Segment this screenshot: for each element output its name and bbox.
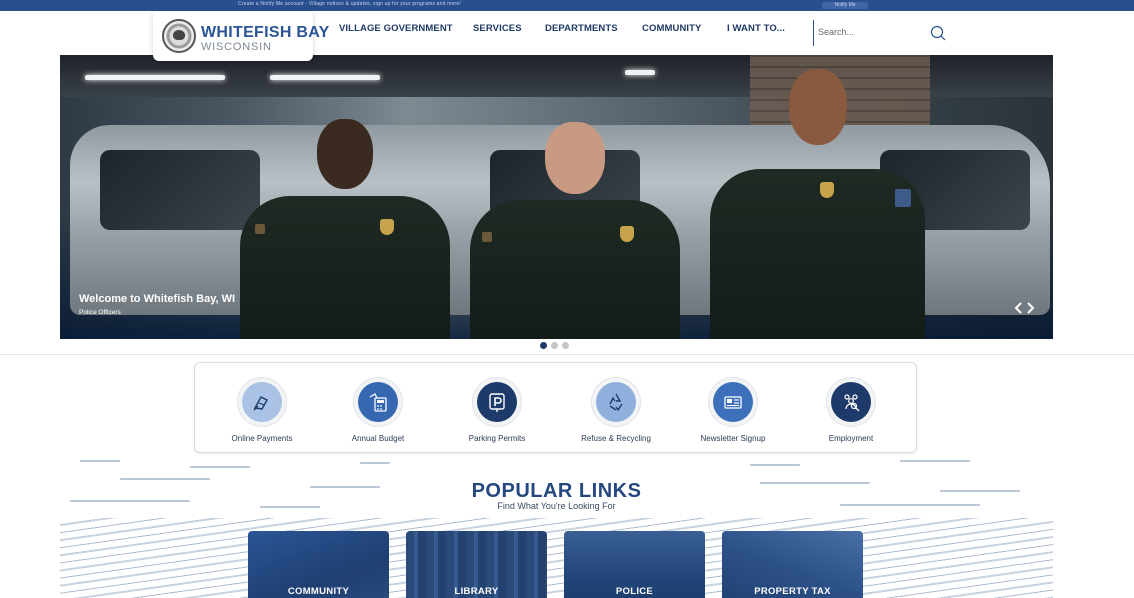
icon-ring xyxy=(353,377,403,427)
card-label: COMMUNITY xyxy=(287,586,350,597)
officer-badge xyxy=(820,182,834,198)
officer-head xyxy=(545,122,605,194)
popular-card-property-tax[interactable]: PROPERTY TAX xyxy=(722,531,863,598)
quick-link-label: Annual Budget xyxy=(351,434,405,443)
hero-caption: Welcome to Whitefish Bay, WI xyxy=(79,293,236,305)
logo-subtitle: WISCONSIN xyxy=(201,41,272,53)
ice-texture xyxy=(750,464,800,466)
popular-links-title: POPULAR LINKS xyxy=(471,480,642,502)
quick-link-label: Newsletter Signup xyxy=(700,434,766,443)
icon-ring xyxy=(237,377,287,427)
section-divider xyxy=(0,354,1134,355)
vehicle-window xyxy=(100,150,260,230)
quick-link-label: Online Payments xyxy=(231,434,293,443)
quick-link-label: Parking Permits xyxy=(468,434,526,443)
alert-bar: Create a Notify Me account - Village not… xyxy=(0,0,1134,11)
ice-texture xyxy=(360,462,390,464)
quick-link-label: Employment xyxy=(828,434,874,443)
hand-payment-icon xyxy=(242,382,282,422)
ceiling-light xyxy=(85,75,225,80)
nav-community[interactable]: COMMUNITY xyxy=(642,23,701,34)
ceiling-light xyxy=(625,70,655,75)
sergeant-stripes xyxy=(895,189,911,207)
card-label: LIBRARY xyxy=(454,586,499,597)
search-icon[interactable] xyxy=(930,25,946,41)
ice-floor xyxy=(60,518,1053,598)
icon-ring xyxy=(472,377,522,427)
icon-ring xyxy=(826,377,876,427)
hero-subcaption: Police Officers xyxy=(79,309,121,316)
slide-dot-1[interactable] xyxy=(540,342,547,349)
flag-patch xyxy=(482,232,492,242)
officer-badge xyxy=(620,226,634,242)
quick-links-panel: Online Payments Annual Budget Parking Pe… xyxy=(194,362,917,453)
officer-uniform xyxy=(710,168,925,339)
quick-link-label: Refuse & Recycling xyxy=(581,434,651,443)
parking-sign-icon xyxy=(477,382,517,422)
officer-right xyxy=(710,64,925,339)
popular-links-section xyxy=(60,456,1053,598)
chevron-left-icon[interactable] xyxy=(1012,300,1024,316)
search-input[interactable] xyxy=(818,22,928,42)
card-label: POLICE xyxy=(615,586,654,597)
nav-departments[interactable]: DEPARTMENTS xyxy=(545,23,618,34)
quick-link-employment[interactable]: Employment xyxy=(801,377,901,447)
search-divider xyxy=(813,20,814,46)
village-seal-icon xyxy=(162,19,196,53)
nav-i-want-to[interactable]: I WANT TO... xyxy=(727,23,785,34)
slide-dot-3[interactable] xyxy=(562,342,569,349)
quick-link-parking-permits[interactable]: Parking Permits xyxy=(447,377,547,447)
site-logo[interactable]: WHITEFISH BAY WISCONSIN xyxy=(153,11,329,61)
officer-badge xyxy=(380,219,394,235)
recycle-icon xyxy=(596,382,636,422)
flag-patch xyxy=(255,224,265,234)
officer-uniform xyxy=(240,196,450,339)
officer-left xyxy=(240,109,450,339)
quick-link-newsletter-signup[interactable]: Newsletter Signup xyxy=(683,377,783,447)
popular-links-subtitle: Find What You're Looking For xyxy=(497,501,616,511)
quick-link-annual-budget[interactable]: Annual Budget xyxy=(328,377,428,447)
popular-card-police[interactable]: POLICE xyxy=(564,531,705,598)
quick-link-online-payments[interactable]: Online Payments xyxy=(212,377,312,447)
officer-uniform xyxy=(470,199,680,339)
popular-card-library[interactable]: LIBRARY xyxy=(406,531,547,598)
ice-texture xyxy=(900,460,970,462)
budget-calculator-icon xyxy=(358,382,398,422)
officer-head xyxy=(317,119,373,189)
page: Create a Notify Me account - Village not… xyxy=(0,0,1134,598)
quick-link-refuse-recycling[interactable]: Refuse & Recycling xyxy=(566,377,666,447)
ceiling-light xyxy=(270,75,380,80)
card-label: PROPERTY TAX xyxy=(754,586,831,597)
newsletter-icon xyxy=(713,382,753,422)
slide-dot-2[interactable] xyxy=(551,342,558,349)
ice-texture xyxy=(80,460,120,462)
officer-center xyxy=(470,114,680,339)
nav-village-government[interactable]: VILLAGE GOVERNMENT xyxy=(339,23,453,34)
officer-head xyxy=(788,69,847,145)
popular-card-community[interactable]: COMMUNITY xyxy=(248,531,389,598)
employment-people-icon xyxy=(831,382,871,422)
icon-ring xyxy=(591,377,641,427)
ice-texture xyxy=(190,466,250,468)
notify-me-button[interactable]: Notify Me xyxy=(822,2,868,9)
alert-text: Create a Notify Me account - Village not… xyxy=(238,1,461,7)
nav-services[interactable]: SERVICES xyxy=(473,23,522,34)
logo-title: WHITEFISH BAY xyxy=(201,24,330,41)
chevron-right-icon[interactable] xyxy=(1025,300,1037,316)
icon-ring xyxy=(708,377,758,427)
